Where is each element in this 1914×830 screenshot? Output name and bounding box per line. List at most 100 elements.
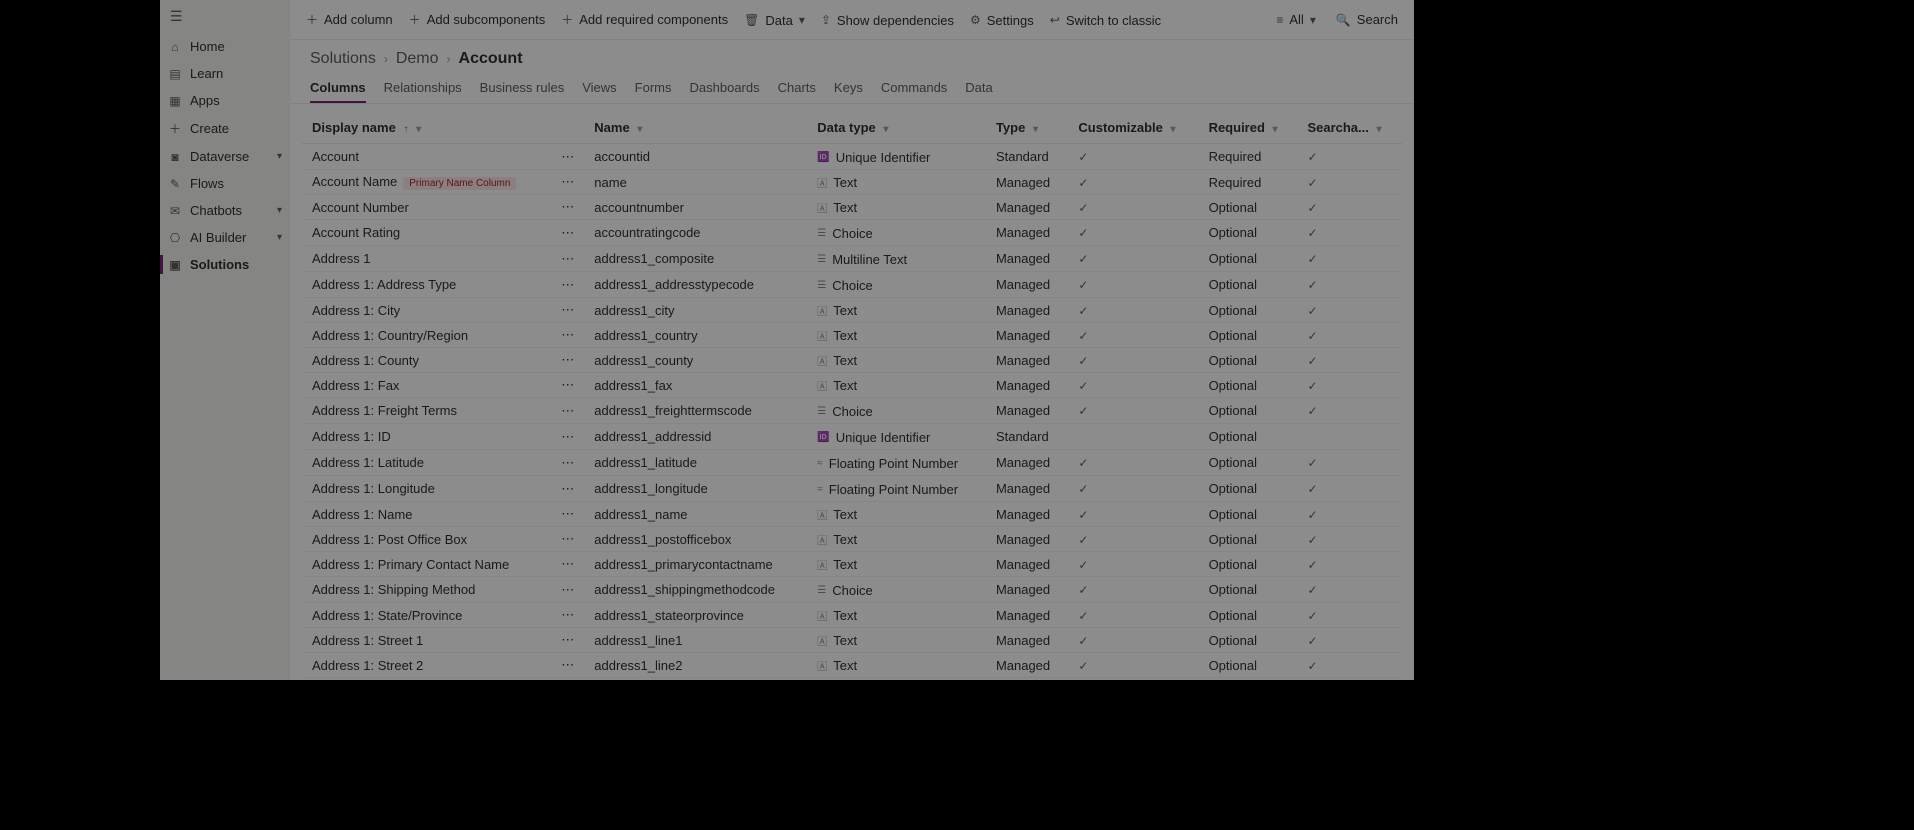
row-more-icon[interactable]: ⋯ [551,348,584,373]
cmd-settings[interactable]: ⚙Settings [962,9,1042,32]
cell-required: Optional [1199,476,1298,502]
table-row[interactable]: Account NamePrimary Name Column⋯name🄰Tex… [302,170,1402,195]
row-more-icon[interactable]: ⋯ [551,476,584,502]
tab-forms[interactable]: Forms [635,74,672,103]
tab-columns[interactable]: Columns [310,74,366,103]
row-more-icon[interactable]: ⋯ [551,502,584,527]
col-header-customizable[interactable]: Customizable ▾ [1068,112,1198,144]
table-row[interactable]: Address 1⋯address1_composite☰Multiline T… [302,246,1402,272]
row-more-icon[interactable]: ⋯ [551,272,584,298]
row-more-icon[interactable]: ⋯ [551,220,584,246]
cmd-add-column[interactable]: ＋Add column [298,7,401,32]
sidebar-item-learn[interactable]: ▤Learn [160,60,290,87]
cmd-show-dependencies[interactable]: ⇪Show dependencies [813,9,962,32]
table-row[interactable]: Address 1: ID⋯address1_addressid🆔Unique … [302,424,1402,450]
main-content: ＋Add column＋Add subcomponents＋Add requir… [290,0,1414,680]
datatype-icon: 🄰 [817,378,827,393]
tab-business-rules[interactable]: Business rules [480,74,565,103]
filter-all[interactable]: ≡ All ▾ [1268,8,1324,31]
tab-views[interactable]: Views [582,74,616,103]
chevron-down-icon: ▾ [277,232,282,243]
cell-display-name: Address 1: Address Type [302,272,551,298]
cmd-label: Add subcomponents [427,12,546,27]
sidebar-item-chatbots[interactable]: ✉Chatbots▾ [160,197,290,224]
tab-charts[interactable]: Charts [778,74,816,103]
table-row[interactable]: Account Rating⋯accountratingcode☰ChoiceM… [302,220,1402,246]
row-more-icon[interactable]: ⋯ [551,527,584,552]
table-row[interactable]: Address 1: Fax⋯address1_fax🄰TextManaged✓… [302,373,1402,398]
row-more-icon[interactable]: ⋯ [551,144,584,170]
row-more-icon[interactable]: ⋯ [551,323,584,348]
cmd-data[interactable]: 🗑Data▾ [736,9,813,32]
sidebar-item-create[interactable]: ＋Create [160,114,290,143]
sidebar-item-ai-builder[interactable]: ⎔AI Builder▾ [160,224,290,251]
table-row[interactable]: Address 1: Freight Terms⋯address1_freigh… [302,398,1402,424]
table-row[interactable]: Address 1: City⋯address1_city🄰TextManage… [302,298,1402,323]
sidebar-item-flows[interactable]: ✎Flows [160,170,290,197]
cell-data-type: ≈Floating Point Number [807,476,986,502]
check-icon: ✓ [1078,226,1088,240]
breadcrumb-item[interactable]: Solutions [310,50,376,68]
cell-customizable: ✓ [1068,628,1198,653]
table-row[interactable]: Address 1: Post Office Box⋯address1_post… [302,527,1402,552]
cmd-add-subcomponents[interactable]: ＋Add subcomponents [401,7,554,32]
table-row[interactable]: Address 1: Street 2⋯address1_line2🄰TextM… [302,653,1402,678]
chevron-down-icon: ▾ [1033,124,1038,135]
row-more-icon[interactable]: ⋯ [551,424,584,450]
row-more-icon[interactable]: ⋯ [551,552,584,577]
col-header-searchable[interactable]: Searcha... ▾ [1297,112,1402,144]
table-row[interactable]: Account Number⋯accountnumber🄰TextManaged… [302,195,1402,220]
cell-name: address1_stateorprovince [584,603,807,628]
row-more-icon[interactable]: ⋯ [551,678,584,681]
sidebar-item-apps[interactable]: ▦Apps [160,87,290,114]
columns-grid[interactable]: Display name ↑ ▾ Name ▾ Data type ▾ [290,104,1414,680]
tab-dashboards[interactable]: Dashboards [690,74,760,103]
row-more-icon[interactable]: ⋯ [551,450,584,476]
check-icon: ✓ [1307,226,1317,240]
row-more-icon[interactable]: ⋯ [551,373,584,398]
cmd-add-required-components[interactable]: ＋Add required components [553,7,736,32]
table-row[interactable]: Address 1: Address Type⋯address1_address… [302,272,1402,298]
sidebar-item-label: Chatbots [190,203,242,218]
col-header-required[interactable]: Required ▾ [1199,112,1298,144]
table-row[interactable]: Address 1: Street 1⋯address1_line1🄰TextM… [302,628,1402,653]
col-header-data-type[interactable]: Data type ▾ [807,112,986,144]
cell-searchable: ✓ [1297,552,1402,577]
row-more-icon[interactable]: ⋯ [551,246,584,272]
col-header-type[interactable]: Type ▾ [986,112,1068,144]
row-more-icon[interactable]: ⋯ [551,195,584,220]
table-row[interactable]: Address 1: Longitude⋯address1_longitude≈… [302,476,1402,502]
table-row[interactable]: Account⋯accountid🆔Unique IdentifierStand… [302,144,1402,170]
row-more-icon[interactable]: ⋯ [551,298,584,323]
row-more-icon[interactable]: ⋯ [551,628,584,653]
tab-data[interactable]: Data [965,74,992,103]
table-row[interactable]: Address 1: State/Province⋯address1_state… [302,603,1402,628]
cmd-switch-to-classic[interactable]: ↩Switch to classic [1042,9,1169,32]
check-icon: ✓ [1307,150,1317,164]
sidebar-item-solutions[interactable]: ▣Solutions [160,251,290,278]
cell-type: Managed [986,527,1068,552]
table-row[interactable]: Address 1: Country/Region⋯address1_count… [302,323,1402,348]
col-header-display-name[interactable]: Display name ↑ ▾ [302,112,551,144]
table-row[interactable]: Address 1: Primary Contact Name⋯address1… [302,552,1402,577]
table-row[interactable]: Address 1: Street 3⋯address1_line3🄰TextM… [302,678,1402,681]
breadcrumb-item[interactable]: Demo [396,50,439,68]
sidebar-item-home[interactable]: ⌂Home [160,33,290,60]
table-row[interactable]: Address 1: Latitude⋯address1_latitude≈Fl… [302,450,1402,476]
tab-commands[interactable]: Commands [881,74,947,103]
sidebar-item-label: Solutions [190,257,249,272]
sidebar-item-dataverse[interactable]: ◙Dataverse▾ [160,143,290,170]
row-more-icon[interactable]: ⋯ [551,603,584,628]
col-header-name[interactable]: Name ▾ [584,112,807,144]
row-more-icon[interactable]: ⋯ [551,653,584,678]
row-more-icon[interactable]: ⋯ [551,170,584,195]
search[interactable]: 🔍 Search [1328,8,1406,31]
tab-keys[interactable]: Keys [834,74,863,103]
hamburger-icon[interactable]: ☰ [160,0,290,33]
row-more-icon[interactable]: ⋯ [551,398,584,424]
table-row[interactable]: Address 1: Name⋯address1_name🄰TextManage… [302,502,1402,527]
table-row[interactable]: Address 1: Shipping Method⋯address1_ship… [302,577,1402,603]
table-row[interactable]: Address 1: County⋯address1_county🄰TextMa… [302,348,1402,373]
row-more-icon[interactable]: ⋯ [551,577,584,603]
tab-relationships[interactable]: Relationships [384,74,462,103]
